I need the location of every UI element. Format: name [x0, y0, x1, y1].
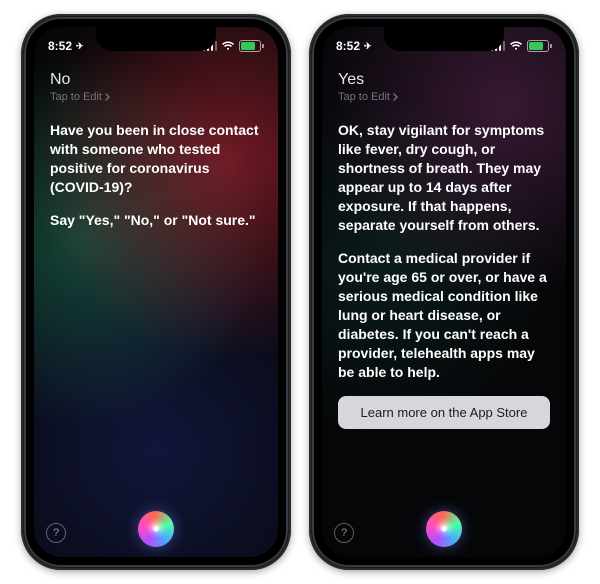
- chevron-right-icon: [105, 93, 111, 101]
- learn-more-label: Learn more on the App Store: [361, 405, 528, 420]
- wifi-icon: [221, 41, 235, 51]
- siri-response: OK, stay vigilant for symptoms like feve…: [338, 121, 550, 382]
- screen: 8:52 ✈︎ No Tap to Edit: [34, 27, 278, 557]
- learn-more-button[interactable]: Learn more on the App Store: [338, 396, 550, 429]
- response-paragraph-1: OK, stay vigilant for symptoms like feve…: [338, 121, 550, 235]
- siri-orb-icon[interactable]: [426, 511, 462, 547]
- response-paragraph-2: Contact a medical provider if you're age…: [338, 249, 550, 382]
- response-paragraph-1: Have you been in close contact with some…: [50, 121, 262, 197]
- user-utterance: Yes: [338, 71, 550, 89]
- tap-to-edit-button[interactable]: Tap to Edit: [50, 91, 262, 103]
- screenshot-stage: 8:52 ✈︎ No Tap to Edit: [0, 0, 600, 584]
- iphone-device-right: 8:52 ✈︎ Yes Tap to Edit: [309, 14, 579, 570]
- wifi-icon: [509, 41, 523, 51]
- status-left: 8:52 ✈︎: [48, 39, 84, 53]
- siri-content: Yes Tap to Edit OK, stay vigilant for sy…: [322, 27, 566, 557]
- siri-content: No Tap to Edit Have you been in close co…: [34, 27, 278, 557]
- bottom-bar: [322, 511, 566, 547]
- battery-icon: [239, 40, 264, 52]
- iphone-device-left: 8:52 ✈︎ No Tap to Edit: [21, 14, 291, 570]
- notch: [96, 27, 216, 51]
- location-icon: ✈︎: [76, 41, 84, 52]
- status-left: 8:52 ✈︎: [336, 39, 372, 53]
- notch: [384, 27, 504, 51]
- battery-icon: [527, 40, 552, 52]
- screen: 8:52 ✈︎ Yes Tap to Edit: [322, 27, 566, 557]
- status-time: 8:52: [48, 39, 72, 53]
- tap-to-edit-button[interactable]: Tap to Edit: [338, 91, 550, 103]
- siri-orb-icon[interactable]: [138, 511, 174, 547]
- status-time: 8:52: [336, 39, 360, 53]
- siri-response: Have you been in close contact with some…: [50, 121, 262, 230]
- response-paragraph-2: Say "Yes," "No," or "Not sure.": [50, 211, 262, 230]
- chevron-right-icon: [393, 93, 399, 101]
- tap-to-edit-label: Tap to Edit: [50, 91, 102, 103]
- user-utterance: No: [50, 71, 262, 89]
- location-icon: ✈︎: [364, 41, 372, 52]
- bottom-bar: [34, 511, 278, 547]
- tap-to-edit-label: Tap to Edit: [338, 91, 390, 103]
